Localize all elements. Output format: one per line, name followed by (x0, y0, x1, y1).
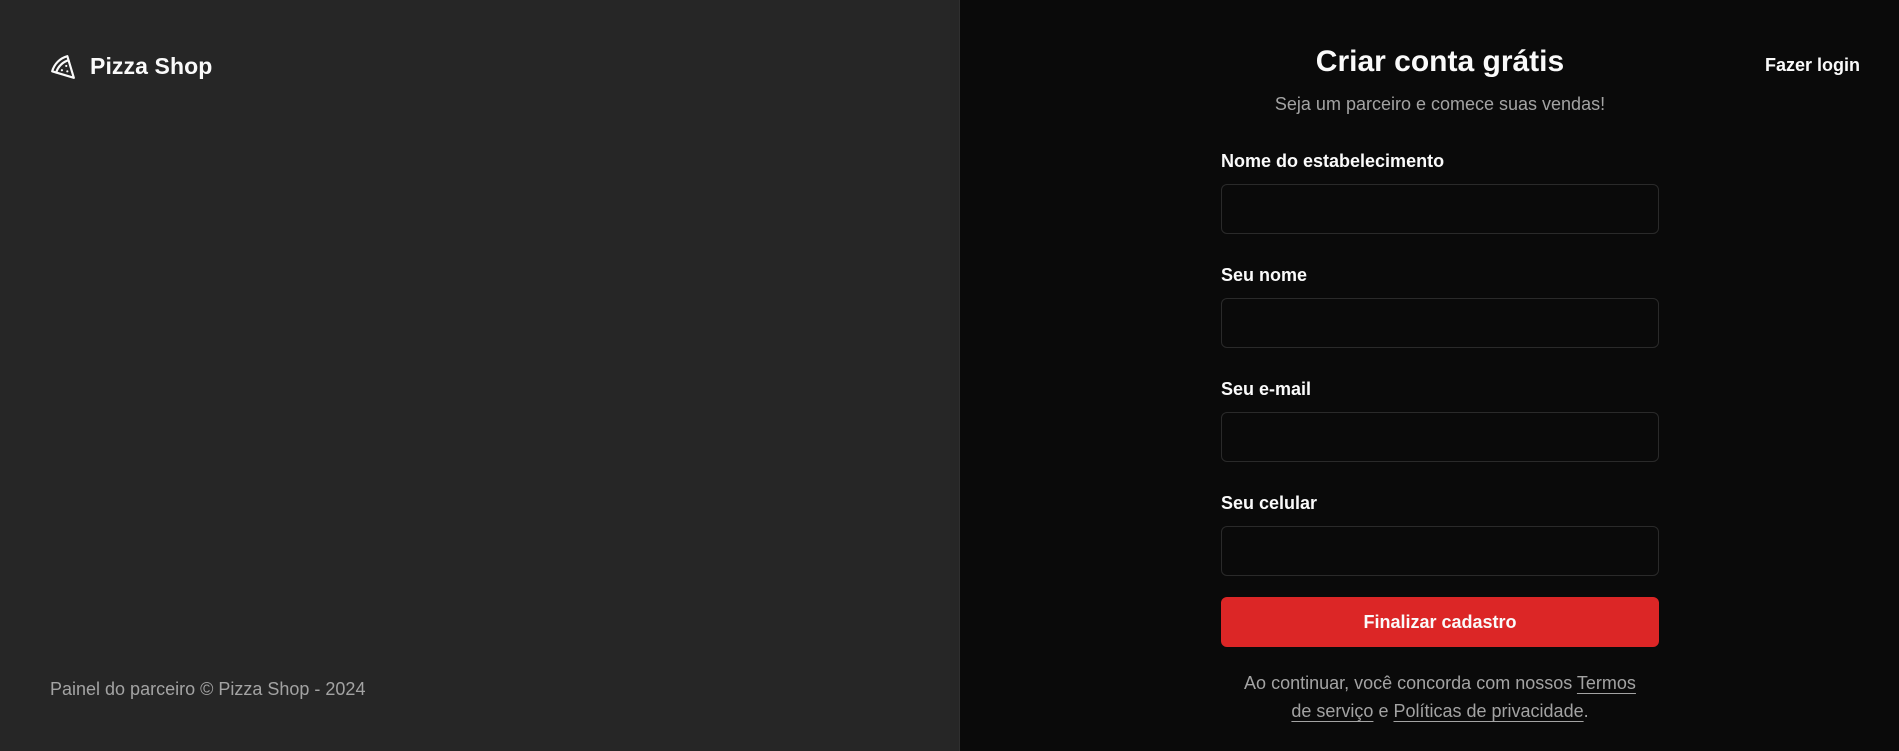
submit-button[interactable]: Finalizar cadastro (1221, 597, 1659, 647)
phone-label: Seu celular (1221, 493, 1318, 513)
login-link[interactable]: Fazer login (1765, 55, 1860, 76)
email-input[interactable] (1221, 412, 1659, 462)
email-label: Seu e-mail (1221, 379, 1312, 399)
phone-input[interactable] (1221, 526, 1659, 576)
legal-suffix: . (1583, 701, 1589, 721)
manager-name-label: Seu nome (1221, 265, 1308, 285)
signup-page: Pizza Shop Painel do parceiro © Pizza Sh… (0, 0, 1899, 751)
legal-connector: e (1378, 701, 1389, 721)
phone-field: Seu celular (1221, 492, 1659, 576)
copyright-footer: Painel do parceiro © Pizza Shop - 2024 (50, 679, 366, 699)
pizza-icon (50, 54, 76, 80)
restaurant-name-field: Nome do estabelecimento (1221, 150, 1659, 234)
restaurant-name-input[interactable] (1221, 184, 1659, 234)
page-subtitle: Seja um parceiro e comece suas vendas! (1274, 94, 1606, 114)
signup-panel: Fazer login Criar conta grátis Seja um p… (960, 0, 1899, 751)
manager-name-input[interactable] (1221, 298, 1659, 348)
brand-panel: Pizza Shop Painel do parceiro © Pizza Sh… (0, 0, 960, 751)
manager-name-field: Seu nome (1221, 264, 1659, 348)
page-title: Criar conta grátis (1315, 45, 1565, 78)
brand: Pizza Shop (50, 53, 212, 80)
signup-form: Criar conta grátis Seja um parceiro e co… (1221, 42, 1659, 725)
restaurant-name-label: Nome do estabelecimento (1221, 151, 1445, 171)
privacy-policy-link[interactable]: Políticas de privacidade (1393, 701, 1583, 721)
email-field: Seu e-mail (1221, 378, 1659, 462)
legal-prefix: Ao continuar, você concorda com nossos (1244, 673, 1573, 693)
brand-name: Pizza Shop (90, 53, 213, 79)
legal-notice: Ao continuar, você concorda com nossos T… (1240, 669, 1640, 725)
